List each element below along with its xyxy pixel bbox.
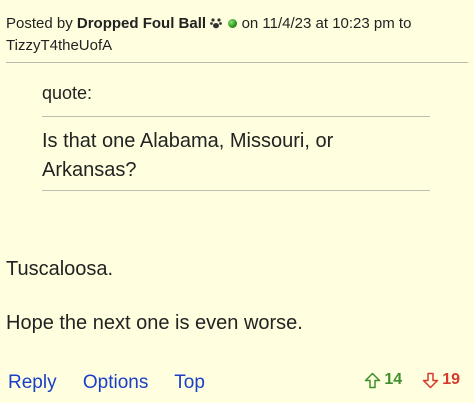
vote-controls: 14 19 [364, 371, 460, 389]
posted-by-prefix: Posted by [6, 15, 73, 32]
author-name[interactable]: Dropped Foul Ball [77, 15, 206, 32]
downvote-button[interactable]: 19 [422, 371, 460, 389]
forum-post: Posted by Dropped Foul Ball on 11/4/23 a… [0, 0, 474, 403]
downvote-count: 19 [442, 371, 460, 388]
post-actions: Reply Options Top [8, 372, 226, 394]
header-divider [6, 62, 468, 63]
options-link[interactable]: Options [83, 372, 148, 393]
top-link[interactable]: Top [174, 372, 205, 393]
quote-top-rule [42, 116, 430, 117]
green-dot-icon [228, 19, 238, 28]
upvote-button[interactable]: 14 [364, 371, 402, 389]
post-body-line-2: Hope the next one is even worse. [6, 312, 303, 334]
post-header: Posted by Dropped Foul Ball on 11/4/23 a… [6, 13, 466, 57]
up-arrow-icon [365, 372, 381, 388]
post-body-line-1: Tuscaloosa. [6, 258, 114, 280]
reply-link[interactable]: Reply [8, 372, 57, 393]
paw-icon [210, 18, 223, 29]
quote-text: Is that one Alabama, Missouri, or Arkans… [42, 130, 334, 181]
quote-bottom-rule [42, 190, 430, 191]
post-date: on 11/4/23 at 10:23 pm to [241, 15, 412, 32]
down-arrow-icon [422, 372, 439, 388]
recipient-name[interactable]: TizzyT4theUofA [6, 37, 112, 54]
quote-label: quote: [42, 83, 93, 103]
upvote-count: 14 [384, 371, 403, 388]
